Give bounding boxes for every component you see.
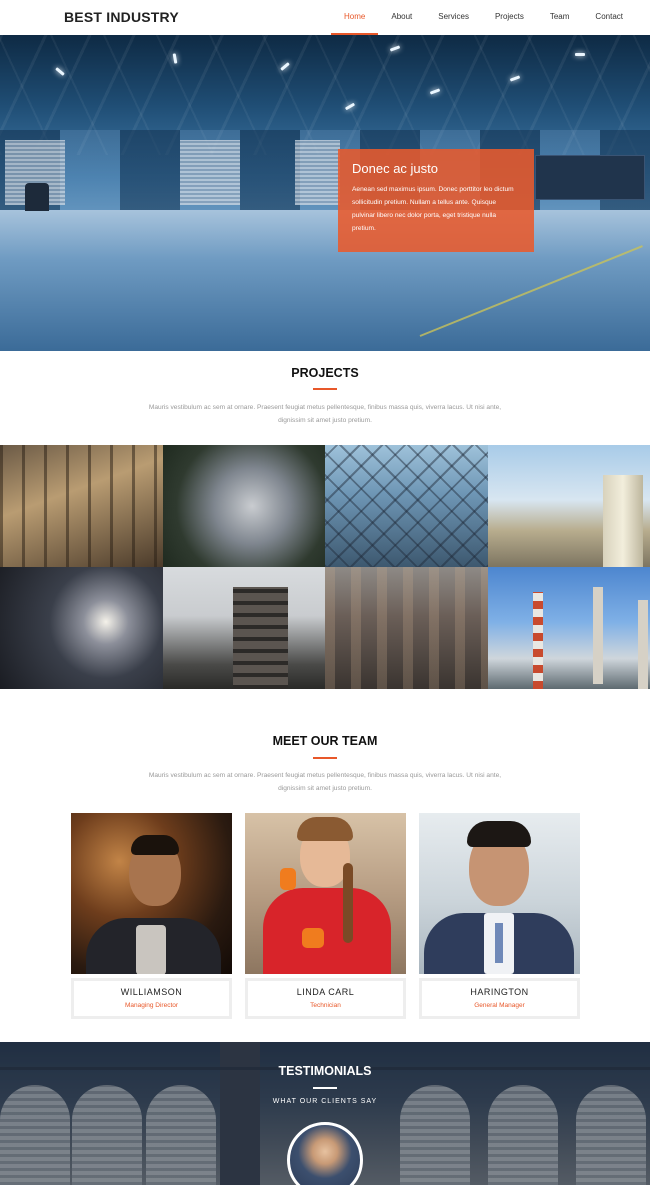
team-photo [71,813,232,974]
workers-image [25,183,49,211]
hero-banner: Donec ac justo Aenean sed maximus ipsum.… [0,35,650,351]
team-info-box: HARINGTON General Manager [419,978,580,1019]
nav-about[interactable]: About [378,0,425,35]
hair-shape [467,821,531,847]
ceiling-light [575,53,585,56]
team-photo [245,813,406,974]
truck-image [535,155,645,200]
team-member-role: General Manager [474,1002,525,1009]
glove-shape [280,868,296,890]
jacket-shape [263,888,391,974]
project-tile-engine[interactable] [162,445,325,567]
shirt-shape [136,925,166,974]
project-tile-steel-structure[interactable] [325,445,488,567]
team-info-box: WILLIAMSON Managing Director [71,978,232,1019]
nav-services[interactable]: Services [425,0,482,35]
braid-shape [343,863,353,943]
hair-shape [297,817,353,841]
team-member-role: Managing Director [124,1002,179,1009]
main-nav: Home About Services Projects Team Contac… [331,0,650,35]
warehouse-door-image [295,140,340,205]
nav-projects[interactable]: Projects [482,0,537,35]
project-tile-chimneys[interactable] [487,567,650,689]
tie-shape [495,923,503,963]
team-member-name: HARINGTON [470,987,529,997]
testimonials-subtitle: WHAT OUR CLIENTS SAY [272,1098,378,1105]
project-tile-factory[interactable] [0,445,163,567]
testimonials-title: TESTIMONIALS [278,1064,372,1078]
team-subtitle: Mauris vestibulum ac sem at ornare. Prae… [148,772,502,792]
hero-title: Donec ac justo [352,161,438,176]
warehouse-door-image [180,140,240,205]
project-tile-plant-interior[interactable] [325,567,488,689]
team-card-linda-carl[interactable]: LINDA CARL Technician [245,813,406,1019]
page: BEST INDUSTRY Home About Services Projec… [0,0,650,1185]
testimonials-section: TESTIMONIALS WHAT OUR CLIENTS SAY [0,1042,650,1185]
team-member-name: LINDA CARL [296,987,355,997]
nav-contact[interactable]: Contact [582,0,636,35]
team-info-box: LINDA CARL Technician [245,978,406,1019]
team-divider [313,757,337,759]
project-tile-refinery-tower[interactable] [162,567,325,689]
hero-text: Aenean sed maximus ipsum. Donec porttito… [352,186,514,232]
projects-title: PROJECTS [291,366,359,380]
team-title: MEET OUR TEAM [272,734,378,748]
site-header: BEST INDUSTRY Home About Services Projec… [0,0,650,35]
projects-subtitle: Mauris vestibulum ac sem at ornare. Prae… [148,404,502,424]
projects-divider [313,388,337,390]
team-card-harington[interactable]: HARINGTON General Manager [419,813,580,1019]
team-member-role: Technician [310,1002,341,1009]
project-tile-welder[interactable] [0,567,163,689]
team-member-name: WILLIAMSON [120,987,183,997]
nav-team[interactable]: Team [537,0,583,35]
nav-home[interactable]: Home [331,0,379,35]
team-card-williamson[interactable]: WILLIAMSON Managing Director [71,813,232,1019]
brand-logo[interactable]: BEST INDUSTRY [64,9,179,25]
hero-caption-card: Donec ac justo Aenean sed maximus ipsum.… [338,149,534,252]
testimonials-divider [313,1087,337,1089]
team-photo [419,813,580,974]
projects-gallery [0,445,650,689]
project-tile-storage-tanks[interactable] [487,445,650,567]
hair-shape [131,835,179,855]
glove-shape [302,928,324,948]
